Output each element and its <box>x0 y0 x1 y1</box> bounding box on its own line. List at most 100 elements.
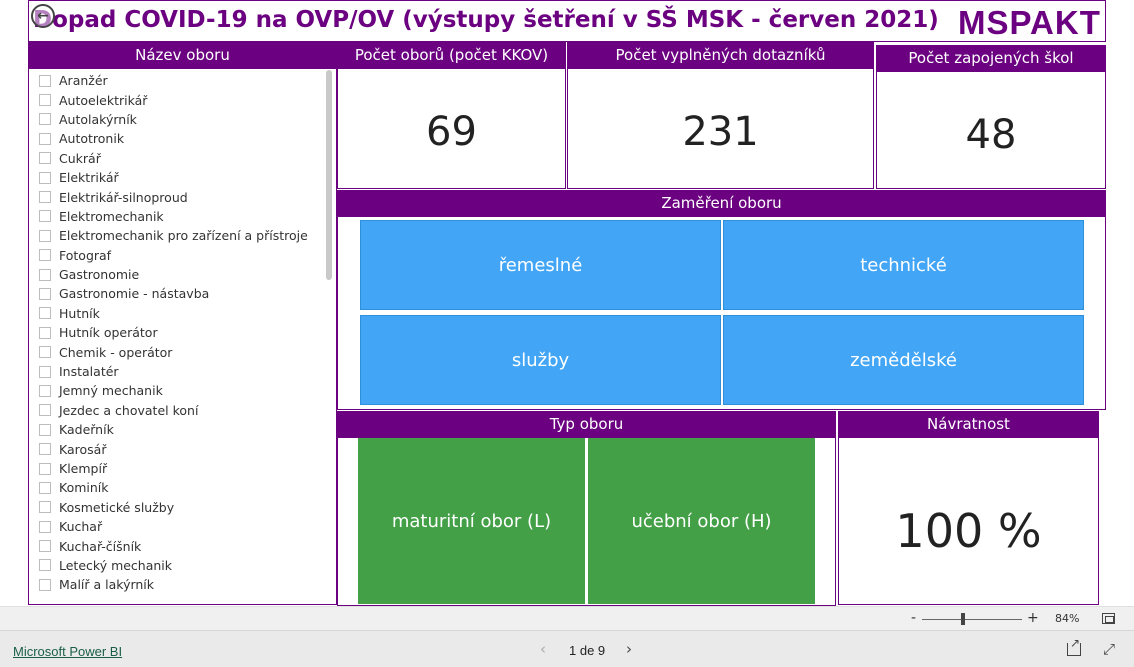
kpi-obory-card: 69 <box>337 68 566 189</box>
slicer-checkbox[interactable] <box>39 229 51 242</box>
slicer-item[interactable]: Karosář <box>39 439 324 458</box>
slicer-checkbox[interactable] <box>39 578 51 591</box>
slicer-item[interactable]: Cukrář <box>39 149 324 168</box>
zoom-slider-track[interactable] <box>922 619 1022 620</box>
slicer-item[interactable]: Elektromechanik pro zařízení a přístroje <box>39 226 324 245</box>
report-canvas: Dopad COVID-19 na OVP/OV (výstupy šetřen… <box>0 0 1134 606</box>
slicer-item[interactable]: Gastronomie <box>39 265 324 284</box>
slicer-checkbox[interactable] <box>39 210 51 223</box>
slicer-checkbox[interactable] <box>39 268 51 281</box>
slicer-item-label: Gastronomie - nástavba <box>59 286 210 302</box>
zoom-slider-thumb[interactable] <box>961 613 965 625</box>
slicer-item[interactable]: Jezdec a chovatel koní <box>39 401 324 420</box>
slicer-item-label: Kuchař-číšník <box>59 538 142 554</box>
slicer-checkbox[interactable] <box>39 171 51 184</box>
slicer-item-label: Letecký mechanik <box>59 557 173 573</box>
slicer-item[interactable]: Aranžér <box>39 71 324 90</box>
slicer-checkbox[interactable] <box>39 132 51 145</box>
slicer-item-label: Elektromechanik pro zařízení a přístroje <box>59 228 308 244</box>
slicer-checkbox[interactable] <box>39 74 51 87</box>
tile-remeslne[interactable]: řemeslné <box>360 220 721 310</box>
fit-to-page-icon[interactable] <box>1102 613 1115 624</box>
slicer-item-label: Fotograf <box>59 247 112 263</box>
slicer-item[interactable]: Hutník <box>39 304 324 323</box>
slicer-item[interactable]: Elektromechanik <box>39 207 324 226</box>
slicer-item[interactable]: Letecký mechanik <box>39 556 324 575</box>
slicer-checkbox[interactable] <box>39 307 51 320</box>
slicer-checkbox[interactable] <box>39 94 51 107</box>
slicer-item[interactable]: Malíř a lakýrník <box>39 575 324 594</box>
kpi-navratnost-value: 100 % <box>895 504 1042 558</box>
slicer-item[interactable]: Gastronomie - nástavba <box>39 284 324 303</box>
slicer-item[interactable]: Jemný mechanik <box>39 381 324 400</box>
slicer-item-label: Elektromechanik <box>59 208 164 224</box>
slicer-checkbox[interactable] <box>39 191 51 204</box>
slicer-checkbox[interactable] <box>39 326 51 339</box>
slicer-item[interactable]: Kosmetické služby <box>39 498 324 517</box>
next-page-icon[interactable]: › <box>626 640 632 658</box>
slicer-checkbox[interactable] <box>39 113 51 126</box>
slicer-item-label: Jezdec a chovatel koní <box>59 402 199 418</box>
slicer-item[interactable]: Hutník operátor <box>39 323 324 342</box>
slicer-list: Aranžér Autoelektrikář Autolakýrník Autotro… <box>39 71 324 595</box>
slicer-checkbox[interactable] <box>39 501 51 514</box>
fullscreen-icon[interactable]: ⤢ <box>1103 640 1115 658</box>
slicer-checkbox[interactable] <box>39 287 51 300</box>
slicer-item[interactable]: Chemik - operátor <box>39 342 324 361</box>
tile-ucebni-obor[interactable]: učební obor (H) <box>588 438 815 604</box>
slicer-item[interactable]: Klempíř <box>39 459 324 478</box>
kpi-dotazniky-card: 231 <box>567 68 874 189</box>
slicer-item[interactable]: Autolakýrník <box>39 110 324 129</box>
slicer-item-label: Elektrikář-silnoproud <box>59 189 188 205</box>
slicer-checkbox[interactable] <box>39 540 51 553</box>
slicer-scrollbar[interactable] <box>326 70 332 280</box>
slicer-item-label: Karosář <box>59 441 107 457</box>
tile-maturitni-obor[interactable]: maturitní obor (L) <box>358 438 585 604</box>
slicer-item[interactable]: Autoelektrikář <box>39 90 324 109</box>
slicer-checkbox[interactable] <box>39 462 51 475</box>
zoom-in-button[interactable]: + <box>1027 610 1039 626</box>
slicer-item[interactable]: Kuchař <box>39 517 324 536</box>
slicer-checkbox[interactable] <box>39 443 51 456</box>
slicer-item-label: Hutník <box>59 305 100 321</box>
kpi-skoly-label: Počet zapojených škol <box>876 45 1106 71</box>
slicer-item-label: Hutník operátor <box>59 325 158 341</box>
slicer-item[interactable]: Kuchař-číšník <box>39 536 324 555</box>
slicer-checkbox[interactable] <box>39 365 51 378</box>
tile-zemedelske[interactable]: zemědělské <box>723 315 1084 405</box>
slicer-item-label: Kadeřník <box>59 422 114 438</box>
slicer-checkbox[interactable] <box>39 152 51 165</box>
zoom-level: 84% <box>1055 612 1080 625</box>
slicer-checkbox[interactable] <box>39 249 51 262</box>
tile-sluzby[interactable]: služby <box>360 315 721 405</box>
slicer-checkbox[interactable] <box>39 404 51 417</box>
slicer-checkbox[interactable] <box>39 346 51 359</box>
slicer-item-label: Aranžér <box>59 73 108 89</box>
slicer-item[interactable]: Fotograf <box>39 246 324 265</box>
share-icon[interactable] <box>1067 636 1081 656</box>
report-title: Dopad COVID-19 na OVP/OV (výstupy šetřen… <box>33 7 939 33</box>
footer-bar: Microsoft Power BI ‹ 1 de 9 › ⤢ <box>0 630 1134 667</box>
prev-page-icon[interactable]: ‹ <box>540 640 546 658</box>
slicer-item-label: Kominík <box>59 480 109 496</box>
slicer-checkbox[interactable] <box>39 423 51 436</box>
slicer-item[interactable]: Autotronik <box>39 129 324 148</box>
slicer-checkbox[interactable] <box>39 384 51 397</box>
slicer-checkbox[interactable] <box>39 481 51 494</box>
slicer-checkbox[interactable] <box>39 520 51 533</box>
slicer-item-label: Kuchař <box>59 519 103 535</box>
slicer-item[interactable]: Instalatér <box>39 362 324 381</box>
slicer-checkbox[interactable] <box>39 559 51 572</box>
slicer-item-label: Gastronomie <box>59 267 140 283</box>
slicer-item[interactable]: Elektrikář-silnoproud <box>39 187 324 206</box>
slicer-item[interactable]: Elektrikář <box>39 168 324 187</box>
back-arrow-icon[interactable]: ← <box>31 4 55 28</box>
tile-technicke[interactable]: technické <box>723 220 1084 310</box>
slicer-item-label: Elektrikář <box>59 170 119 186</box>
zoom-out-button[interactable]: - <box>911 610 916 626</box>
slicer-item-label: Kosmetické služby <box>59 499 175 515</box>
slicer-item-label: Klempíř <box>59 461 108 476</box>
power-bi-link[interactable]: Microsoft Power BI <box>13 644 122 659</box>
slicer-item[interactable]: Kadeřník <box>39 420 324 439</box>
slicer-item[interactable]: Kominík <box>39 478 324 497</box>
